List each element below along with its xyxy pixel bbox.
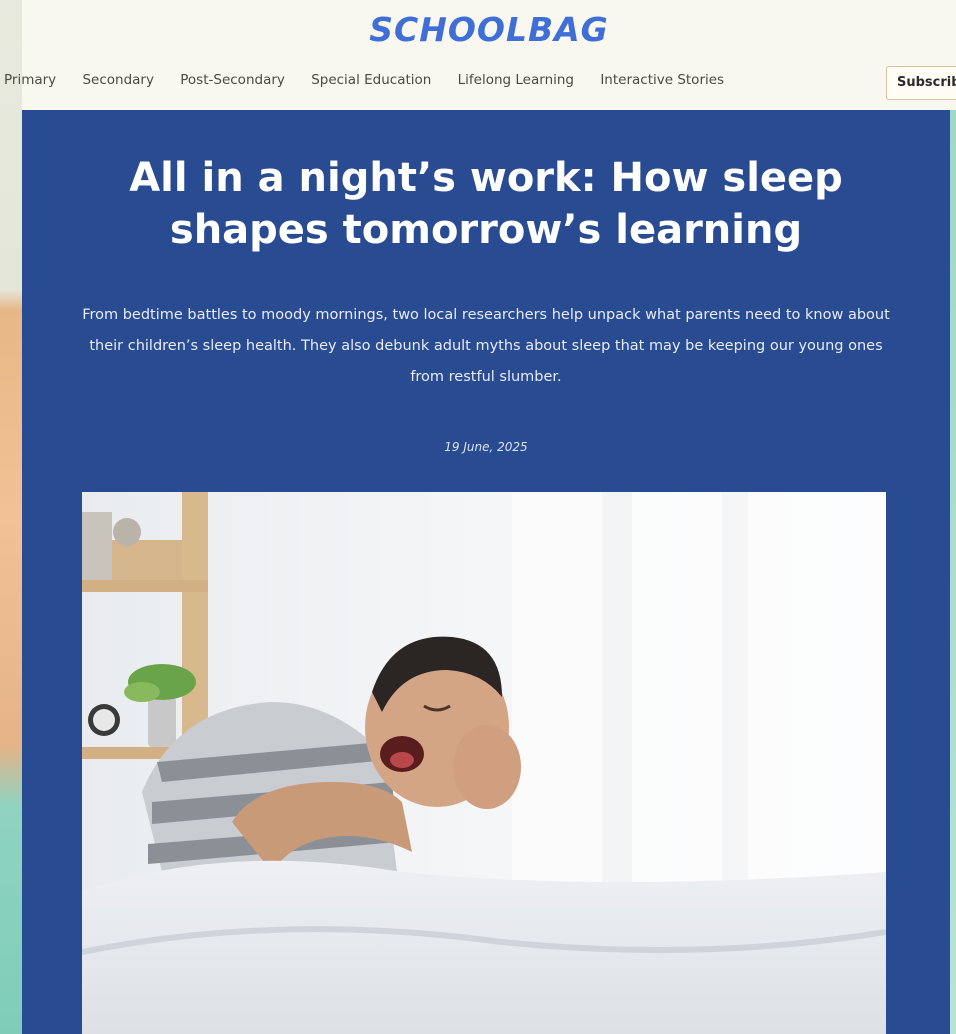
yawning-boy-illustration: [82, 492, 886, 1034]
nav-item-post-secondary[interactable]: Post-Secondary: [180, 72, 285, 88]
hero-image: [82, 492, 886, 1034]
main-nav: Primary Secondary Post-Secondary Special…: [4, 72, 746, 96]
article-date: 19 June, 2025: [444, 440, 528, 454]
site-logo[interactable]: SCHOOLBAG: [22, 10, 956, 49]
subscribe-button[interactable]: Subscribe: [886, 66, 956, 100]
nav-item-interactive-stories[interactable]: Interactive Stories: [600, 72, 724, 88]
nav-item-secondary[interactable]: Secondary: [82, 72, 154, 88]
nav-item-primary[interactable]: Primary: [4, 72, 56, 88]
background-page-strip-right: [950, 110, 956, 1034]
article-hero: All in a night’s work: How sleep shapes …: [22, 110, 950, 1034]
nav-item-special-education[interactable]: Special Education: [311, 72, 431, 88]
article-title: All in a night’s work: How sleep shapes …: [129, 155, 843, 253]
background-page-strip: [0, 0, 22, 1034]
site-header: SCHOOLBAG Primary Secondary Post-Seconda…: [4, 0, 956, 110]
article-subtitle: From bedtime battles to moody mornings, …: [82, 307, 890, 385]
nav-item-lifelong-learning[interactable]: Lifelong Learning: [458, 72, 574, 88]
